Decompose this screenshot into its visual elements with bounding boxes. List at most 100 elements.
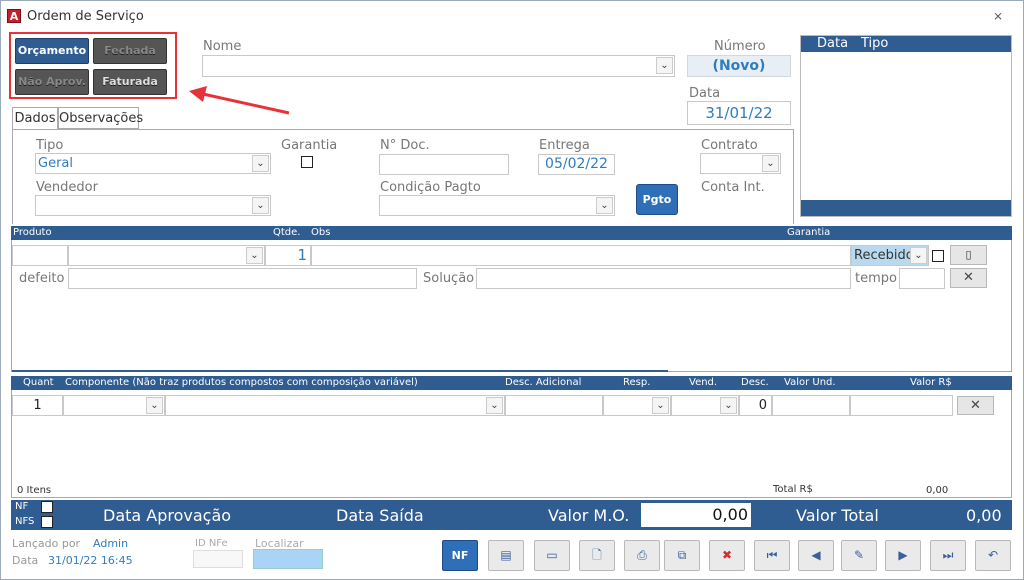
orcamento-button[interactable]: Orçamento (15, 38, 89, 64)
faturada-button[interactable]: Faturada (93, 69, 167, 95)
componente-code-combo[interactable]: ⌄ (63, 395, 165, 416)
garantia-item-checkbox[interactable] (932, 250, 944, 262)
chevron-down-icon[interactable]: ⌄ (596, 197, 613, 214)
tempo-field[interactable] (899, 268, 945, 289)
nome-combo[interactable]: ⌄ (202, 55, 675, 77)
chevron-down-icon[interactable]: ⌄ (252, 197, 269, 214)
idnfe-field[interactable] (193, 550, 243, 568)
valor-und-field[interactable] (772, 395, 850, 416)
chevron-down-icon[interactable]: ⌄ (910, 247, 927, 264)
nf-button[interactable]: NF (442, 540, 478, 571)
fechada-button[interactable]: Fechada (93, 38, 167, 64)
condicao-combo[interactable]: ⌄ (379, 195, 615, 216)
col-garantia: Garantia (787, 227, 831, 238)
col-valor-rs: Valor R$ (910, 377, 952, 388)
garantia-checkbox[interactable] (301, 156, 313, 168)
nao-aprov-button[interactable]: Não Aprov. (15, 69, 89, 95)
contrato-combo[interactable]: ⌄ (700, 153, 781, 174)
defeito-field[interactable] (68, 268, 417, 289)
nf-checkbox[interactable] (41, 501, 53, 513)
col-valor-und: Valor Und. (784, 377, 836, 388)
valor-mo-field[interactable]: 0,00 (641, 503, 751, 527)
chevron-down-icon[interactable]: ⌄ (146, 397, 163, 414)
nf-label: NF (15, 501, 29, 512)
valor-total-value: 0,00 (966, 506, 1002, 525)
obs-field[interactable] (311, 245, 851, 266)
col-desc-adicional: Desc. Adicional (505, 377, 582, 388)
col-data: Data (817, 36, 849, 51)
entrega-field[interactable]: 05/02/22 (538, 154, 615, 175)
chevron-down-icon[interactable]: ⌄ (486, 397, 503, 414)
chevron-down-icon[interactable]: ⌄ (720, 397, 737, 414)
tipo-label: Tipo (36, 138, 64, 153)
previous-record-icon[interactable]: ◀ (798, 540, 834, 571)
col-tipo: Tipo (861, 36, 889, 51)
chevron-down-icon[interactable]: ⌄ (762, 155, 779, 172)
first-record-icon[interactable]: ⏮ (754, 540, 790, 571)
quant-field[interactable]: 1 (12, 395, 63, 416)
defeito-label: defeito (19, 271, 65, 286)
solucao-label: Solução (423, 271, 475, 286)
chevron-down-icon[interactable]: ⌄ (252, 155, 269, 172)
solucao-field[interactable] (476, 268, 851, 289)
window-title: Ordem de Serviço (27, 9, 144, 24)
edit-item-icon[interactable]: ▯ (950, 245, 987, 265)
col-obs: Obs (311, 227, 331, 238)
valor-rs-field[interactable] (850, 395, 953, 416)
desc-adicional-field[interactable] (505, 395, 603, 416)
remove-component-icon[interactable]: ✕ (957, 396, 994, 415)
qtde-field[interactable]: 1 (265, 245, 311, 266)
vendedor-combo[interactable]: ⌄ (35, 195, 271, 216)
total-label: Total R$ (773, 484, 813, 495)
total-value: 0,00 (926, 485, 949, 496)
pgto-button[interactable]: Pgto (636, 184, 678, 215)
entrega-label: Entrega (539, 138, 590, 153)
nome-label: Nome (203, 39, 242, 54)
history-list-header: Data Tipo (801, 36, 1011, 52)
data-label: Data (689, 86, 721, 101)
nfs-checkbox[interactable] (41, 516, 53, 528)
componente-header-bar: Quant Componente (Não traz produtos comp… (11, 376, 1012, 390)
list-icon[interactable]: ▤ (488, 540, 524, 571)
close-icon[interactable]: ⨯ (993, 9, 1003, 23)
ndoc-label: N° Doc. (380, 138, 430, 153)
copy-icon[interactable]: ⧉ (664, 540, 700, 571)
produto-combo[interactable]: ⌄ (68, 245, 265, 266)
title-bar: A Ordem de Serviço ⨯ (1, 1, 1023, 29)
card-icon[interactable]: ▭ (534, 540, 570, 571)
status-value: Recebido (854, 248, 914, 263)
remove-item-icon[interactable]: ✕ (950, 268, 987, 288)
resp-combo[interactable]: ⌄ (603, 395, 671, 416)
tab-observacoes[interactable]: Observações (58, 107, 143, 129)
garantia-label: Garantia (281, 138, 338, 153)
produto-code-field[interactable] (12, 245, 68, 266)
tipo-combo[interactable]: Geral ⌄ (35, 153, 271, 174)
col-produto: Produto (13, 227, 52, 238)
tab-dados[interactable]: Dados (12, 107, 58, 130)
componente-combo[interactable]: ⌄ (165, 395, 505, 416)
next-record-icon[interactable]: ▶ (885, 540, 921, 571)
history-list[interactable]: Data Tipo (800, 35, 1012, 217)
col-vend: Vend. (689, 377, 718, 388)
produto-scrollbar[interactable] (12, 370, 668, 372)
data-field[interactable]: 31/01/22 (687, 101, 791, 125)
undo-icon[interactable]: ↶ (975, 540, 1011, 571)
localizar-field[interactable] (253, 549, 323, 569)
last-record-icon[interactable]: ⏭ (930, 540, 966, 571)
tempo-label: tempo (855, 271, 897, 286)
chevron-down-icon[interactable]: ⌄ (246, 247, 263, 264)
desc-field[interactable]: 0 (739, 395, 772, 416)
edit-record-icon[interactable]: ✎ (841, 540, 877, 571)
status-combo[interactable]: Recebido ⌄ (851, 245, 929, 266)
chevron-down-icon[interactable]: ⌄ (656, 57, 673, 74)
summary-bar: NF NFS Data Aprovação Data Saída Valor M… (11, 500, 1012, 530)
chevron-down-icon[interactable]: ⌄ (652, 397, 669, 414)
vend-combo[interactable]: ⌄ (671, 395, 739, 416)
data-saida-label: Data Saída (336, 506, 424, 525)
print-icon[interactable]: ⎙ (624, 540, 660, 571)
valor-mo-label: Valor M.O. (548, 506, 630, 525)
print-preview-icon[interactable]: 🗋 (579, 540, 615, 571)
footer-data-value: 31/01/22 16:45 (48, 554, 133, 567)
ndoc-field[interactable] (379, 154, 509, 175)
delete-icon[interactable]: ✖ (709, 540, 745, 571)
